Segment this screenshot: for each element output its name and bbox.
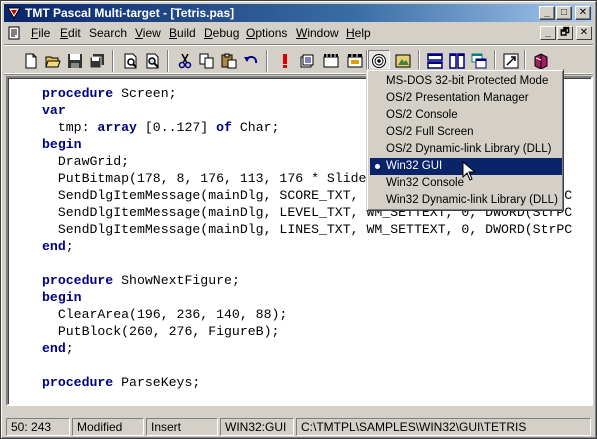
copy-icon[interactable] [196,50,218,72]
code-text: ShowNextFigure; [113,273,240,288]
menu-file[interactable]: File [28,25,53,42]
target-option[interactable]: Win32 Dynamic-link Library (DLL) [370,192,562,209]
code-text: PutBlock(260, 276, FigureB); [42,324,280,339]
target-option[interactable]: MS-DOS 32-bit Protected Mode [370,73,562,90]
code-text: Screen; [113,86,177,101]
target-option-label: Win32 Console [386,177,464,189]
code-keyword: of [216,120,232,135]
code-line: end; [42,340,74,357]
doc-restore-button[interactable]: 🗗 [557,26,573,40]
save-icon[interactable] [64,50,86,72]
window-title: TMT Pascal Multi-target - [Tetris.pas] [25,6,235,20]
target-option[interactable]: OS/2 Presentation Manager [370,90,562,107]
mouse-cursor-icon [462,161,476,181]
menu-bar: File Edit Search View Build Debug Option… [4,23,593,43]
code-keyword: procedure [42,273,114,288]
menu-help[interactable]: Help [343,25,374,42]
code-keyword: begin [42,290,82,305]
insert-mode-indicator: Insert [146,418,218,436]
target-option-label: Win32 Dynamic-link Library (DLL) [386,194,558,206]
code-line: var [42,102,66,119]
code-text: ; [65,239,74,254]
menu-search[interactable]: Search [86,25,130,42]
code-line: PutBitmap(178, 8, 176, 113, 176 * Slide [42,170,367,187]
code-line: tmp: array [0..127] of Char; [42,119,280,136]
menu-options[interactable]: Options [243,25,290,42]
target-option-label: OS/2 Presentation Manager [386,92,529,104]
code-keyword: var [42,103,66,118]
code-text: PutBitmap(178, 8, 176, 113, 176 * Slide [42,171,367,186]
code-keyword: procedure [42,86,114,101]
document-icon[interactable] [7,26,21,40]
target-option[interactable]: OS/2 Dynamic-link Library (DLL) [370,141,562,158]
paste-icon[interactable] [218,50,240,72]
target-option-label: OS/2 Dynamic-link Library (DLL) [386,143,552,155]
code-keyword: procedure [42,375,114,390]
file-path: C:\TMTPL\SAMPLES\WIN32\GUI\TETRIS [296,418,591,436]
build-icon[interactable] [320,50,342,72]
code-text: DrawGrid; [42,154,130,169]
code-text: ; [65,341,74,356]
menu-edit[interactable]: Edit [57,25,84,42]
code-line: procedure ParseKeys; [42,374,200,391]
code-line: end; [42,238,74,255]
minimize-button[interactable]: _ [539,6,555,20]
status-bar: 50: 243 Modified Insert WIN32:GUI C:\TMT… [4,415,593,436]
modified-indicator: Modified [72,418,144,436]
maximize-button[interactable]: □ [556,6,572,20]
code-line: SendDlgItemMessage(mainDlg, LINES_TXT, W… [42,221,572,238]
close-button[interactable]: ✕ [575,6,591,20]
doc-minimize-button[interactable]: _ [540,26,556,40]
code-keyword: end [42,239,66,254]
menu-debug[interactable]: Debug [201,25,242,42]
target-option-label: OS/2 Full Screen [386,126,474,138]
title-bar[interactable]: TMT Pascal Multi-target - [Tetris.pas] _… [4,4,593,22]
radio-bullet-icon [375,164,380,169]
new-file-icon[interactable] [20,50,42,72]
run-icon[interactable] [274,50,296,72]
code-line: procedure Screen; [42,85,177,102]
cut-icon[interactable] [174,50,196,72]
print-preview-icon[interactable] [120,50,142,72]
target-option-label: Win32 GUI [386,160,443,172]
menu-window[interactable]: Window [293,25,342,42]
target-option[interactable]: OS/2 Console [370,107,562,124]
code-text: tmp: [42,120,98,135]
cursor-position: 50: 243 [6,418,70,436]
code-line: PutBlock(260, 276, FigureB); [42,323,280,340]
target-option[interactable]: OS/2 Full Screen [370,124,562,141]
app-window: TMT Pascal Multi-target - [Tetris.pas] _… [0,0,597,439]
open-folder-icon[interactable] [42,50,64,72]
compile-icon[interactable] [296,50,318,72]
target-indicator: WIN32:GUI [220,418,294,436]
code-text: SendDlgItemMessage(mainDlg, LINES_TXT, W… [42,222,573,237]
code-keyword: begin [42,137,82,152]
code-text: ClearArea(196, 236, 140, 88); [42,307,288,322]
menu-view[interactable]: View [132,25,164,42]
code-line: procedure ShowNextFigure; [42,272,240,289]
find-icon[interactable] [142,50,164,72]
code-line: begin [42,136,82,153]
code-text: [0..127] [136,120,217,135]
save-all-icon[interactable] [86,50,108,72]
code-line: DrawGrid; [42,153,129,170]
menu-build[interactable]: Build [166,25,199,42]
target-option-label: OS/2 Console [386,109,458,121]
target-option-label: MS-DOS 32-bit Protected Mode [386,75,549,87]
code-line: ClearArea(196, 236, 140, 88); [42,306,288,323]
target-dropdown-menu: MS-DOS 32-bit Protected Mode OS/2 Present… [366,69,564,211]
code-text: Char; [231,120,280,135]
code-text: ParseKeys; [113,375,201,390]
make-icon[interactable] [344,50,366,72]
tmt-logo-icon [7,7,21,19]
code-keyword: end [42,341,66,356]
doc-close-button[interactable]: ✕ [576,26,592,40]
undo-icon[interactable] [240,50,262,72]
code-keyword: array [97,120,137,135]
code-line: begin [42,289,82,306]
